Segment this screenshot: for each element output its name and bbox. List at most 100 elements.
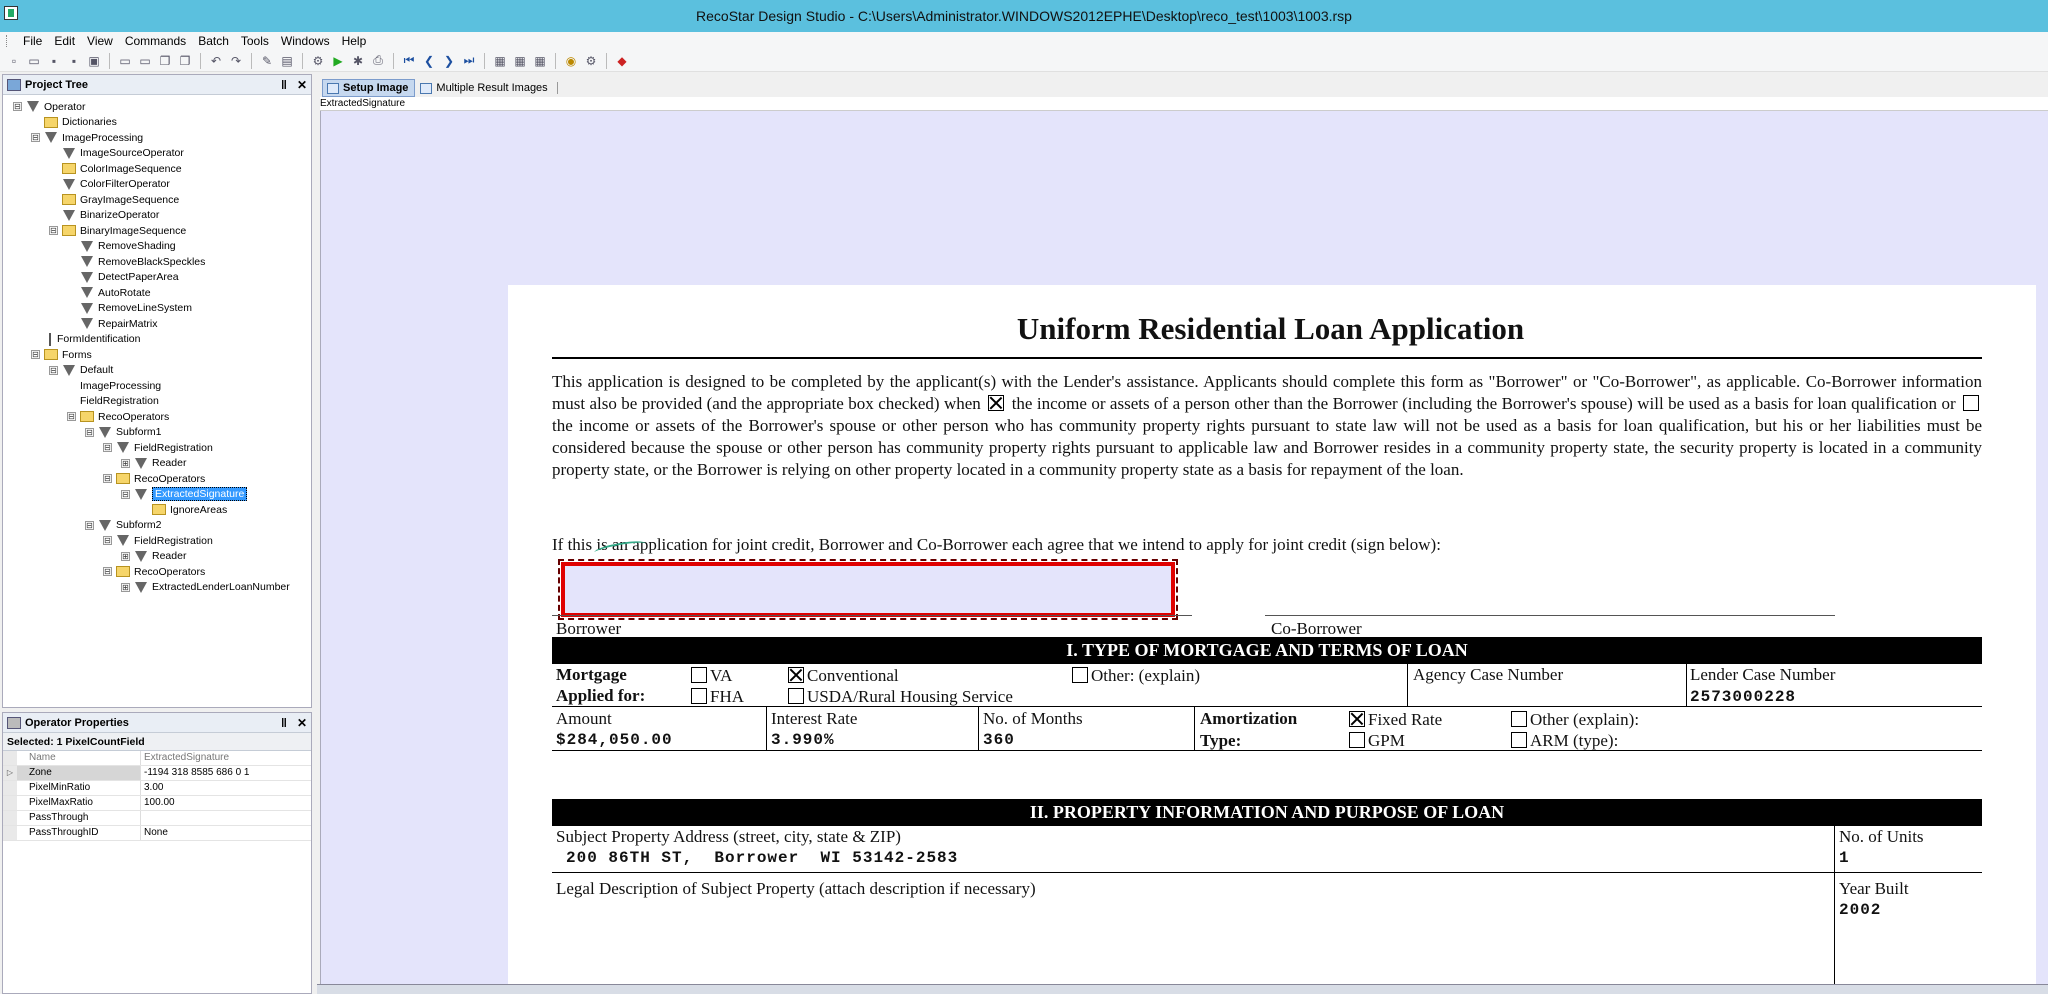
image-canvas[interactable]: Uniform Residential Loan Application Thi… bbox=[320, 111, 2048, 987]
property-value[interactable]: -1194 318 8585 686 0 1 bbox=[141, 766, 311, 780]
menu-file[interactable]: File bbox=[17, 34, 48, 48]
property-value[interactable] bbox=[141, 811, 311, 825]
expand-icon[interactable] bbox=[3, 781, 17, 795]
property-row[interactable]: PixelMinRatio 3.00 bbox=[3, 781, 311, 796]
image-icon[interactable]: ▦ bbox=[492, 53, 508, 69]
tab-setup-image[interactable]: Setup Image bbox=[322, 79, 416, 97]
tree-node[interactable]: RepairMatrix bbox=[80, 316, 158, 331]
menu-windows[interactable]: Windows bbox=[275, 34, 336, 48]
copy-icon[interactable]: ❐ bbox=[157, 53, 173, 69]
tree-node[interactable]: ⊟ RecoOperators bbox=[103, 564, 205, 579]
tree-node[interactable]: ⊟ FieldRegistration bbox=[103, 533, 213, 548]
tree-node[interactable]: ⊞ Reader bbox=[121, 456, 186, 471]
image-binary-icon[interactable]: ▦ bbox=[532, 53, 548, 69]
menu-view[interactable]: View bbox=[81, 34, 119, 48]
collapse-icon[interactable]: ⊟ bbox=[103, 474, 112, 483]
expand-icon[interactable] bbox=[3, 811, 17, 825]
tree-node[interactable]: FieldRegistration bbox=[80, 394, 159, 409]
tree-node[interactable]: ⊟ RecoOperators bbox=[103, 471, 205, 486]
expand-icon[interactable]: ▷ bbox=[3, 766, 17, 780]
print-icon[interactable]: ⎙ bbox=[370, 53, 386, 69]
tree-node[interactable]: ImageProcessing bbox=[80, 378, 161, 393]
collapse-icon[interactable]: ⊟ bbox=[103, 443, 112, 452]
expand-icon[interactable]: ⊞ bbox=[121, 582, 130, 592]
menu-batch[interactable]: Batch bbox=[192, 34, 235, 48]
close-icon[interactable]: ✕ bbox=[297, 78, 307, 92]
tree-node[interactable]: RemoveShading bbox=[80, 239, 176, 254]
new-file-icon[interactable]: ▫ bbox=[6, 53, 22, 69]
tree-node[interactable]: ⊟ Subform2 bbox=[85, 518, 162, 533]
collapse-icon[interactable]: ⊟ bbox=[85, 520, 94, 530]
collapse-icon[interactable]: ⊟ bbox=[31, 133, 40, 142]
cube-icon[interactable]: ◆ bbox=[614, 53, 630, 69]
tree-node[interactable]: ImageSourceOperator bbox=[62, 146, 184, 161]
tree-node[interactable]: ColorFilterOperator bbox=[62, 177, 170, 192]
pin-icon[interactable]: ‖ bbox=[281, 78, 287, 92]
tree-node[interactable]: ⊟ RecoOperators bbox=[67, 409, 169, 424]
run-icon[interactable]: ▶ bbox=[330, 53, 346, 69]
first-icon[interactable]: ⏮ bbox=[401, 53, 417, 69]
collapse-icon[interactable]: ⊟ bbox=[103, 567, 112, 576]
tree-node[interactable]: ⊞ ExtractedLenderLoanNumber bbox=[121, 580, 290, 595]
tree-node[interactable]: ⊟ Forms bbox=[31, 347, 92, 362]
package-icon[interactable]: ▣ bbox=[86, 53, 102, 69]
property-value[interactable]: 3.00 bbox=[141, 781, 311, 795]
tree-node[interactable]: ⊟ ExtractedSignature bbox=[121, 487, 248, 502]
tree-node[interactable]: RemoveLineSystem bbox=[80, 301, 192, 316]
debug-icon[interactable]: ✱ bbox=[350, 53, 366, 69]
property-row[interactable]: PixelMaxRatio 100.00 bbox=[3, 796, 311, 811]
edit-icon[interactable]: ✎ bbox=[259, 53, 275, 69]
open-folder-icon[interactable]: ▭ bbox=[26, 53, 42, 69]
tree-node[interactable]: FormIdentification bbox=[44, 332, 140, 347]
undo-icon[interactable]: ↶ bbox=[208, 53, 224, 69]
tree-node[interactable]: IgnoreAreas bbox=[152, 502, 227, 517]
tree-node[interactable]: ⊟ ImageProcessing bbox=[31, 130, 143, 145]
image-gray-icon[interactable]: ▦ bbox=[512, 53, 528, 69]
tree-node[interactable]: ⊟ BinaryImageSequence bbox=[49, 223, 186, 238]
expand-icon[interactable] bbox=[3, 796, 17, 810]
extracted-signature-zone[interactable] bbox=[558, 559, 1178, 620]
previous-icon[interactable]: ❮ bbox=[421, 53, 437, 69]
collapse-icon[interactable]: ⊟ bbox=[49, 226, 58, 235]
property-row[interactable]: PassThroughID None bbox=[3, 826, 311, 841]
folder-icon[interactable]: ▭ bbox=[117, 53, 133, 69]
tree-node[interactable]: ⊟ Operator bbox=[13, 99, 85, 114]
close-icon[interactable]: ✕ bbox=[297, 716, 307, 730]
tree-node[interactable]: BinarizeOperator bbox=[62, 208, 159, 223]
menu-commands[interactable]: Commands bbox=[119, 34, 192, 48]
tab-multiple-result-images[interactable]: Multiple Result Images bbox=[415, 79, 554, 97]
menu-tools[interactable]: Tools bbox=[235, 34, 275, 48]
collapse-icon[interactable]: ⊟ bbox=[13, 102, 22, 111]
collapse-icon[interactable]: ⊟ bbox=[67, 412, 76, 421]
expand-icon[interactable] bbox=[3, 826, 17, 840]
paste-icon[interactable]: ❐ bbox=[177, 53, 193, 69]
tree-node[interactable]: ⊟ Default bbox=[49, 363, 113, 378]
expand-icon[interactable]: ⊞ bbox=[121, 551, 130, 561]
delete-icon[interactable]: ▤ bbox=[279, 53, 295, 69]
database-icon[interactable]: ◉ bbox=[563, 53, 579, 69]
options-icon[interactable]: ⚙ bbox=[583, 53, 599, 69]
redo-icon[interactable]: ↷ bbox=[228, 53, 244, 69]
save-all-icon[interactable]: ▪ bbox=[66, 53, 82, 69]
collapse-icon[interactable]: ⊟ bbox=[103, 536, 112, 545]
tree-node[interactable]: AutoRotate bbox=[80, 285, 151, 300]
last-icon[interactable]: ⏭ bbox=[461, 53, 477, 69]
collapse-icon[interactable]: ⊟ bbox=[85, 427, 94, 437]
folder-add-icon[interactable]: ▭ bbox=[137, 53, 153, 69]
collapse-icon[interactable]: ⊟ bbox=[49, 365, 58, 375]
collapse-icon[interactable]: ⊟ bbox=[121, 489, 130, 499]
tree-node[interactable]: ColorImageSequence bbox=[62, 161, 182, 176]
collapse-icon[interactable]: ⊟ bbox=[31, 350, 40, 359]
tree-node[interactable]: ⊟ FieldRegistration bbox=[103, 440, 213, 455]
tree-node[interactable]: RemoveBlackSpeckles bbox=[80, 254, 205, 269]
tree-node[interactable]: ⊞ Reader bbox=[121, 549, 186, 564]
menu-help[interactable]: Help bbox=[336, 34, 373, 48]
property-row[interactable]: ▷ Zone -1194 318 8585 686 0 1 bbox=[3, 766, 311, 781]
settings-icon[interactable]: ⚙ bbox=[310, 53, 326, 69]
tree-node[interactable]: Dictionaries bbox=[44, 115, 117, 130]
tree-node[interactable]: DetectPaperArea bbox=[80, 270, 179, 285]
save-icon[interactable]: ▪ bbox=[46, 53, 62, 69]
next-icon[interactable]: ❯ bbox=[441, 53, 457, 69]
property-value[interactable]: 100.00 bbox=[141, 796, 311, 810]
expand-icon[interactable]: ⊞ bbox=[121, 458, 130, 468]
